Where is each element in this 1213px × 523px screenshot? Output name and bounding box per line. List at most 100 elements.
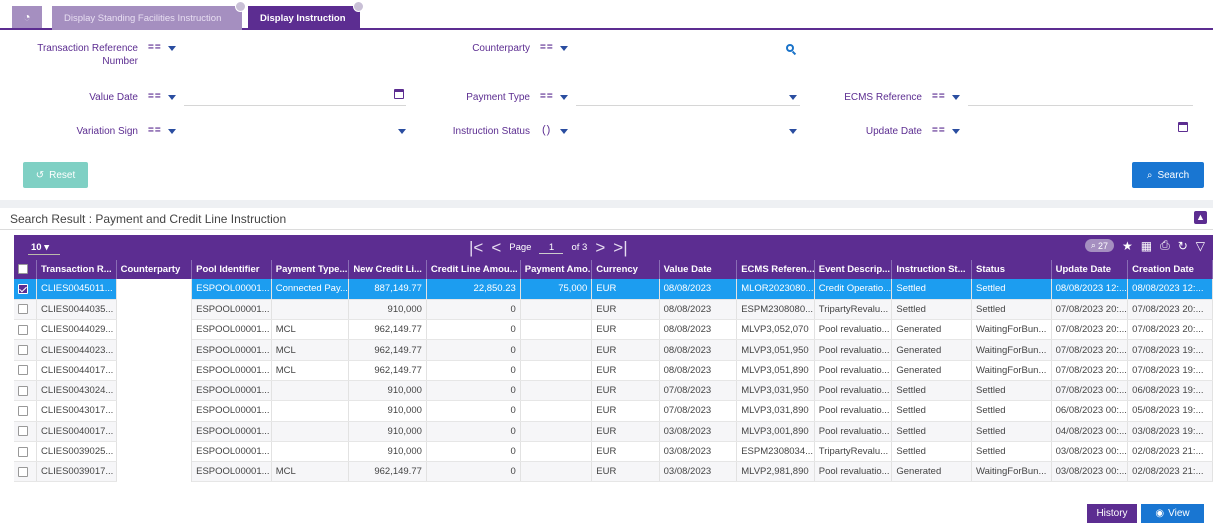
cell-status: Settled <box>971 400 1052 422</box>
cell-tx: CLIES0039025... <box>36 441 117 463</box>
payment-type-select[interactable] <box>576 105 800 106</box>
column-header[interactable]: Counterparty <box>116 260 193 279</box>
excel-icon[interactable]: ▦ <box>1141 239 1152 253</box>
cell-event: Pool revaluatio... <box>814 400 893 422</box>
star-icon[interactable]: ★ <box>1122 239 1133 253</box>
table-row[interactable]: CLIES0044017... ESPOOL00001... MCL 962,149.… <box>14 360 1213 381</box>
calendar-icon[interactable] <box>394 89 404 99</box>
cell-pamt <box>520 441 593 463</box>
row-checkbox[interactable] <box>14 461 37 483</box>
column-header[interactable]: Credit Line Amou... <box>426 260 521 279</box>
operator-select[interactable]: == <box>932 91 946 102</box>
column-header[interactable]: Creation Date <box>1127 260 1213 279</box>
view-button[interactable]: ◉ View <box>1141 504 1204 523</box>
close-icon[interactable] <box>235 1 246 12</box>
operator-select[interactable]: == <box>932 125 946 136</box>
cell-ecms: ESPM2308034... <box>736 441 815 463</box>
column-header[interactable]: Pool Identifier <box>191 260 272 279</box>
value-date-input[interactable] <box>184 105 406 106</box>
calendar-icon[interactable] <box>1178 122 1188 132</box>
cell-ptype: MCL <box>271 339 350 361</box>
column-header[interactable]: Payment Amo... <box>520 260 593 279</box>
export-icon[interactable]: ⎙ <box>1160 238 1170 253</box>
first-page-icon[interactable]: |< <box>469 238 483 258</box>
row-checkbox[interactable] <box>14 380 37 402</box>
cell-status: Settled <box>971 380 1052 402</box>
operator-select[interactable]: == <box>540 42 554 53</box>
chevron-down-icon[interactable] <box>952 129 960 134</box>
table-row[interactable]: CLIES0043017... ESPOOL00001... 910,000 0 EUR… <box>14 400 1213 422</box>
cell-status: Settled <box>971 279 1052 300</box>
operator-select[interactable]: == <box>148 91 162 102</box>
reset-button[interactable]: ↺ Reset <box>23 162 88 188</box>
column-header[interactable]: Value Date <box>659 260 738 279</box>
row-checkbox[interactable] <box>14 319 37 341</box>
column-header[interactable]: Instruction St... <box>891 260 972 279</box>
table-row[interactable]: CLIES0040017... ESPOOL00001... 910,000 0 EUR… <box>14 421 1213 442</box>
result-count: 27 <box>1097 240 1108 251</box>
chevron-up-icon[interactable]: ▲ <box>1194 211 1207 224</box>
row-checkbox[interactable] <box>14 279 37 300</box>
row-checkbox[interactable] <box>14 339 37 361</box>
cell-event: Pool revaluatio... <box>814 380 893 402</box>
operator-select[interactable]: == <box>540 91 554 102</box>
column-header[interactable]: New Credit Li... <box>348 260 427 279</box>
history-button[interactable]: History <box>1087 504 1137 523</box>
table-row[interactable]: CLIES0044035... ESPOOL00001... 910,000 0 EUR… <box>14 299 1213 321</box>
column-header[interactable]: Event Descrip... <box>814 260 893 279</box>
close-icon[interactable] <box>353 1 364 12</box>
filter-icon[interactable]: ▽ <box>1196 239 1205 253</box>
column-header[interactable]: Status <box>971 260 1052 279</box>
refresh-icon: ↺ <box>35 169 45 181</box>
table-row[interactable]: CLIES0039017... ESPOOL00001... MCL 962,149.… <box>14 461 1213 483</box>
row-checkbox[interactable] <box>14 360 37 381</box>
cell-status: WaitingForBun... <box>971 339 1052 361</box>
operator-select[interactable]: == <box>148 125 162 136</box>
chevron-down-icon[interactable] <box>560 46 568 51</box>
cell-vdate: 03/08/2023 <box>659 421 738 442</box>
table-row[interactable]: CLIES0044029... ESPOOL00001... MCL 962,149.… <box>14 319 1213 341</box>
prev-page-icon[interactable]: < <box>491 238 501 258</box>
chevron-down-icon[interactable] <box>789 95 797 100</box>
chevron-down-icon[interactable] <box>789 129 797 134</box>
chevron-down-icon[interactable] <box>168 46 176 51</box>
row-checkbox[interactable] <box>14 299 37 321</box>
search-button[interactable]: ⌕ Search <box>1132 162 1204 188</box>
chevron-down-icon[interactable] <box>560 95 568 100</box>
column-header[interactable]: Currency <box>591 260 660 279</box>
table-row[interactable]: CLIES0039025... ESPOOL00001... 910,000 0 EUR… <box>14 441 1213 463</box>
operator-select[interactable]: == <box>148 42 162 53</box>
row-checkbox[interactable] <box>14 441 37 463</box>
select-all-checkbox[interactable] <box>14 260 37 279</box>
ecms-ref-input[interactable] <box>968 105 1193 106</box>
page-size-select[interactable]: 10 ▾ <box>31 242 49 253</box>
table-row[interactable]: CLIES0044023... ESPOOL00001... MCL 962,149.… <box>14 339 1213 361</box>
row-checkbox[interactable] <box>14 400 37 422</box>
table-row[interactable]: CLIES0043024... ESPOOL00001... 910,000 0 EUR… <box>14 380 1213 402</box>
column-header[interactable]: Transaction R... <box>36 260 117 279</box>
refresh-icon[interactable]: ↻ <box>1178 239 1188 253</box>
column-header[interactable]: ECMS Referen... <box>736 260 815 279</box>
result-count-badge[interactable]: ⌕ 27 <box>1084 239 1114 252</box>
column-header[interactable]: Update Date <box>1051 260 1129 279</box>
page-number-input[interactable]: 1 <box>539 242 564 254</box>
search-icon[interactable] <box>786 44 794 52</box>
tab-standing-facilities[interactable]: Display Standing Facilities Instruction <box>52 1 246 30</box>
chevron-down-icon[interactable] <box>560 129 568 134</box>
row-checkbox[interactable] <box>14 421 37 442</box>
cell-istat: Settled <box>891 421 972 442</box>
cell-vdate: 03/08/2023 <box>659 441 738 463</box>
home-tab[interactable]: ◔ <box>12 6 42 28</box>
tab-display-instruction[interactable]: Display Instruction <box>248 1 364 30</box>
next-page-icon[interactable]: > <box>595 238 605 258</box>
cell-newcl: 962,149.77 <box>348 339 427 361</box>
chevron-down-icon[interactable] <box>168 129 176 134</box>
chevron-down-icon[interactable] <box>952 95 960 100</box>
cell-newcl: 887,149.77 <box>348 279 427 300</box>
chevron-down-icon[interactable] <box>168 95 176 100</box>
table-row[interactable]: CLIES0045011... N° RIAD Entidad ESPOOL0000… <box>14 279 1213 482</box>
last-page-icon[interactable]: >| <box>613 238 627 258</box>
operator-select[interactable]: () <box>542 124 551 136</box>
chevron-down-icon[interactable] <box>398 129 406 134</box>
column-header[interactable]: Payment Type... <box>271 260 350 279</box>
